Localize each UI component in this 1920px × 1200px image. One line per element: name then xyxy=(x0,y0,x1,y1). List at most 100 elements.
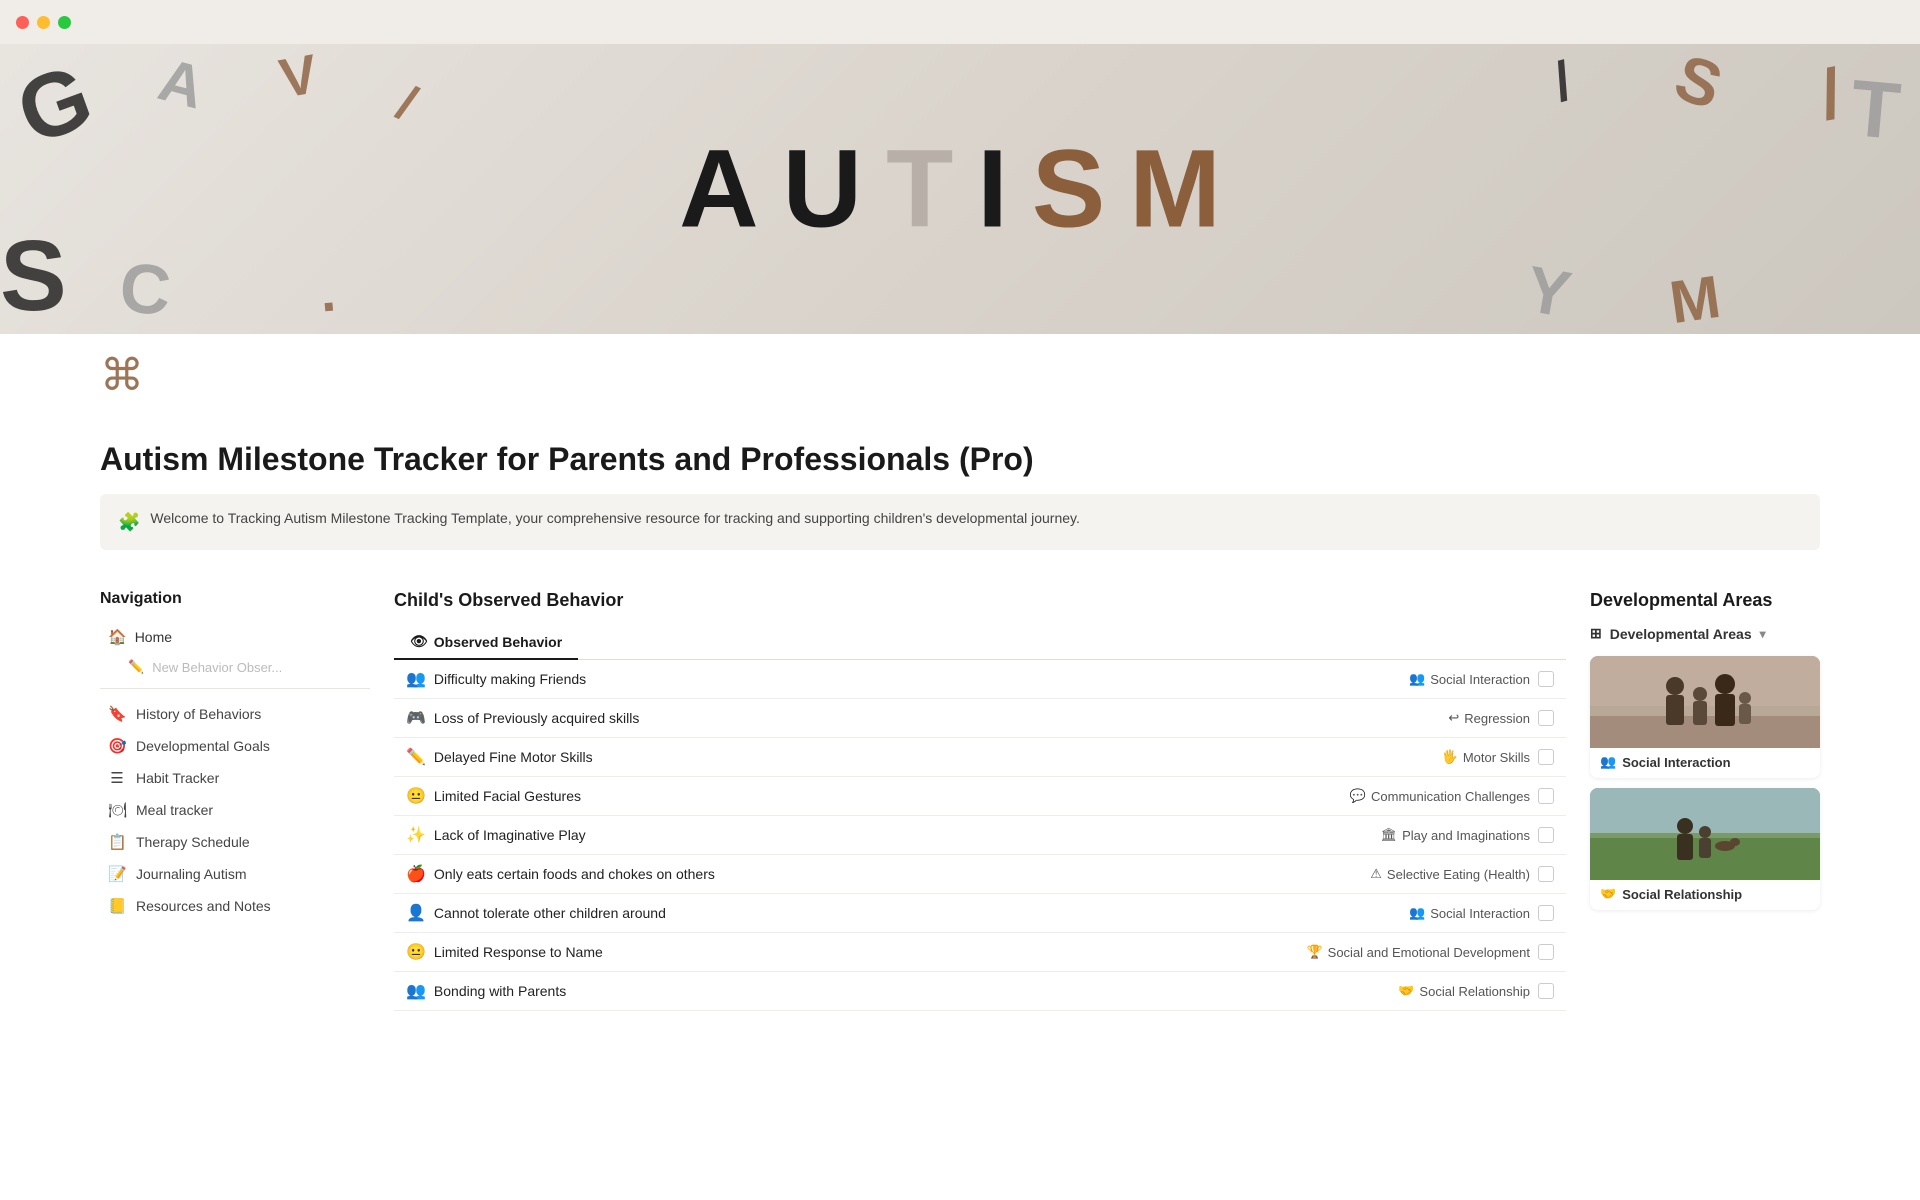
behavior-icon-6: 👤 xyxy=(406,903,426,923)
dev-card-social-interaction[interactable]: 👥 Social Interaction xyxy=(1590,656,1820,778)
eye-icon: 👁 xyxy=(410,633,428,650)
card-icon-social: 👥 xyxy=(1600,754,1616,770)
icon-row: ⌘ xyxy=(0,334,1920,417)
journal-icon: 📝 xyxy=(108,865,126,883)
behavior-name-4: Lack of Imaginative Play xyxy=(434,827,1322,843)
minimize-button[interactable] xyxy=(37,16,50,29)
behavior-tag-4: 🏛 Play and Imaginations xyxy=(1330,827,1530,843)
card-label-text: Social Interaction xyxy=(1622,755,1730,770)
tag-icon-5: ⚠ xyxy=(1370,866,1382,882)
behavior-row[interactable]: 🍎 Only eats certain foods and chokes on … xyxy=(394,855,1566,894)
fullscreen-button[interactable] xyxy=(58,16,71,29)
behavior-icon-0: 👥 xyxy=(406,669,426,689)
welcome-icon: 🧩 xyxy=(118,509,140,536)
dropdown-label: Developmental Areas xyxy=(1610,626,1752,642)
behavior-name-0: Difficulty making Friends xyxy=(434,671,1322,687)
tag-icon-3: 💬 xyxy=(1350,788,1366,804)
checkbox-5[interactable] xyxy=(1538,866,1554,882)
behavior-row[interactable]: ✨ Lack of Imaginative Play 🏛 Play and Im… xyxy=(394,816,1566,855)
meal-icon: 🍽 xyxy=(108,801,126,819)
sidebar-item-history-label: History of Behaviors xyxy=(136,706,261,722)
sidebar-item-goals[interactable]: 🎯 Developmental Goals xyxy=(100,731,370,761)
behavior-row[interactable]: 😐 Limited Response to Name 🏆 Social and … xyxy=(394,933,1566,972)
dev-areas-dropdown[interactable]: ⊞ Developmental Areas ▾ xyxy=(1590,625,1820,642)
tag-label-8: Social Relationship xyxy=(1419,984,1530,999)
new-behavior-placeholder: New Behavior Obser... xyxy=(152,660,282,675)
tag-icon-6: 👥 xyxy=(1409,905,1425,921)
behavior-row[interactable]: 👥 Difficulty making Friends 👥 Social Int… xyxy=(394,660,1566,699)
behavior-name-6: Cannot tolerate other children around xyxy=(434,905,1322,921)
card-label-social-relationship: 🤝 Social Relationship xyxy=(1590,880,1820,910)
card-label-social-interaction: 👥 Social Interaction xyxy=(1590,748,1820,778)
tab-label: Observed Behavior xyxy=(434,634,562,650)
card-image-social-relationship xyxy=(1590,788,1820,880)
goal-icon: 🎯 xyxy=(108,737,126,755)
checkbox-1[interactable] xyxy=(1538,710,1554,726)
checkbox-6[interactable] xyxy=(1538,905,1554,921)
tab-observed-behavior[interactable]: 👁 Observed Behavior xyxy=(394,625,578,660)
behavior-row[interactable]: 👥 Bonding with Parents 🤝 Social Relation… xyxy=(394,972,1566,1011)
right-sidebar: Developmental Areas ⊞ Developmental Area… xyxy=(1590,590,1820,920)
tag-label-7: Social and Emotional Development xyxy=(1328,945,1530,960)
center-content: Child's Observed Behavior 👁 Observed Beh… xyxy=(394,590,1566,1011)
new-behavior-input[interactable]: ✏️ New Behavior Obser... xyxy=(100,654,370,680)
behavior-tag-7: 🏆 Social and Emotional Development xyxy=(1306,944,1530,960)
edit-icon: ✏️ xyxy=(128,659,144,675)
sidebar-item-journal[interactable]: 📝 Journaling Autism xyxy=(100,859,370,889)
checkbox-4[interactable] xyxy=(1538,827,1554,843)
sidebar-divider xyxy=(100,688,370,689)
main-layout: Navigation 🏠 Home ✏️ New Behavior Obser.… xyxy=(0,566,1920,1035)
sidebar-item-journal-label: Journaling Autism xyxy=(136,866,247,882)
sidebar-item-habit[interactable]: ☰ Habit Tracker xyxy=(100,763,370,793)
sidebar-item-resources[interactable]: 📒 Resources and Notes xyxy=(100,891,370,921)
behavior-row[interactable]: 👤 Cannot tolerate other children around … xyxy=(394,894,1566,933)
checkbox-8[interactable] xyxy=(1538,983,1554,999)
checkbox-7[interactable] xyxy=(1538,944,1554,960)
chevron-down-icon: ▾ xyxy=(1760,627,1766,641)
dev-card-social-relationship[interactable]: 🤝 Social Relationship xyxy=(1590,788,1820,910)
tag-icon-4: 🏛 xyxy=(1381,827,1398,843)
behavior-name-1: Loss of Previously acquired skills xyxy=(434,710,1322,726)
sidebar-item-therapy[interactable]: 📋 Therapy Schedule xyxy=(100,827,370,857)
checkbox-0[interactable] xyxy=(1538,671,1554,687)
home-icon: 🏠 xyxy=(108,628,127,646)
behavior-icon-8: 👥 xyxy=(406,981,426,1001)
sidebar-item-goals-label: Developmental Goals xyxy=(136,738,270,754)
behavior-name-2: Delayed Fine Motor Skills xyxy=(434,749,1322,765)
behavior-row[interactable]: ✏️ Delayed Fine Motor Skills 🖐 Motor Ski… xyxy=(394,738,1566,777)
tag-label-6: Social Interaction xyxy=(1430,906,1530,921)
tag-icon-7: 🏆 xyxy=(1306,944,1322,960)
behavior-tag-6: 👥 Social Interaction xyxy=(1330,905,1530,921)
home-label: Home xyxy=(135,629,172,645)
checkbox-2[interactable] xyxy=(1538,749,1554,765)
behavior-name-5: Only eats certain foods and chokes on ot… xyxy=(434,866,1322,882)
sidebar-item-therapy-label: Therapy Schedule xyxy=(136,834,250,850)
behavior-icon-2: ✏️ xyxy=(406,747,426,767)
behavior-tag-1: ↩ Regression xyxy=(1330,710,1530,726)
therapy-icon: 📋 xyxy=(108,833,126,851)
card-label-text-2: Social Relationship xyxy=(1622,887,1742,902)
sidebar: Navigation 🏠 Home ✏️ New Behavior Obser.… xyxy=(100,590,370,923)
sidebar-item-resources-label: Resources and Notes xyxy=(136,898,271,914)
behavior-section-title: Child's Observed Behavior xyxy=(394,590,1566,611)
right-title: Developmental Areas xyxy=(1590,590,1820,611)
hero-banner: G A V / / S / T S C . Y M A U T I S M xyxy=(0,44,1920,334)
behavior-tag-3: 💬 Communication Challenges xyxy=(1330,788,1530,804)
behavior-list: 👥 Difficulty making Friends 👥 Social Int… xyxy=(394,660,1566,1011)
behavior-tag-0: 👥 Social Interaction xyxy=(1330,671,1530,687)
checkbox-3[interactable] xyxy=(1538,788,1554,804)
sidebar-item-meal[interactable]: 🍽 Meal tracker xyxy=(100,795,370,825)
behavior-row[interactable]: 🎮 Loss of Previously acquired skills ↩ R… xyxy=(394,699,1566,738)
grid-icon: ⊞ xyxy=(1590,625,1602,642)
behavior-row[interactable]: 😐 Limited Facial Gestures 💬 Communicatio… xyxy=(394,777,1566,816)
tag-icon-1: ↩ xyxy=(1448,710,1459,726)
close-button[interactable] xyxy=(16,16,29,29)
habit-icon: ☰ xyxy=(108,769,126,787)
bookmark-icon: 🔖 xyxy=(108,705,126,723)
home-nav-item[interactable]: 🏠 Home xyxy=(100,622,370,652)
behavior-name-8: Bonding with Parents xyxy=(434,983,1322,999)
behavior-icon-7: 😐 xyxy=(406,942,426,962)
behavior-icon-3: 😐 xyxy=(406,786,426,806)
sidebar-item-history[interactable]: 🔖 History of Behaviors xyxy=(100,699,370,729)
behavior-name-7: Limited Response to Name xyxy=(434,944,1299,960)
